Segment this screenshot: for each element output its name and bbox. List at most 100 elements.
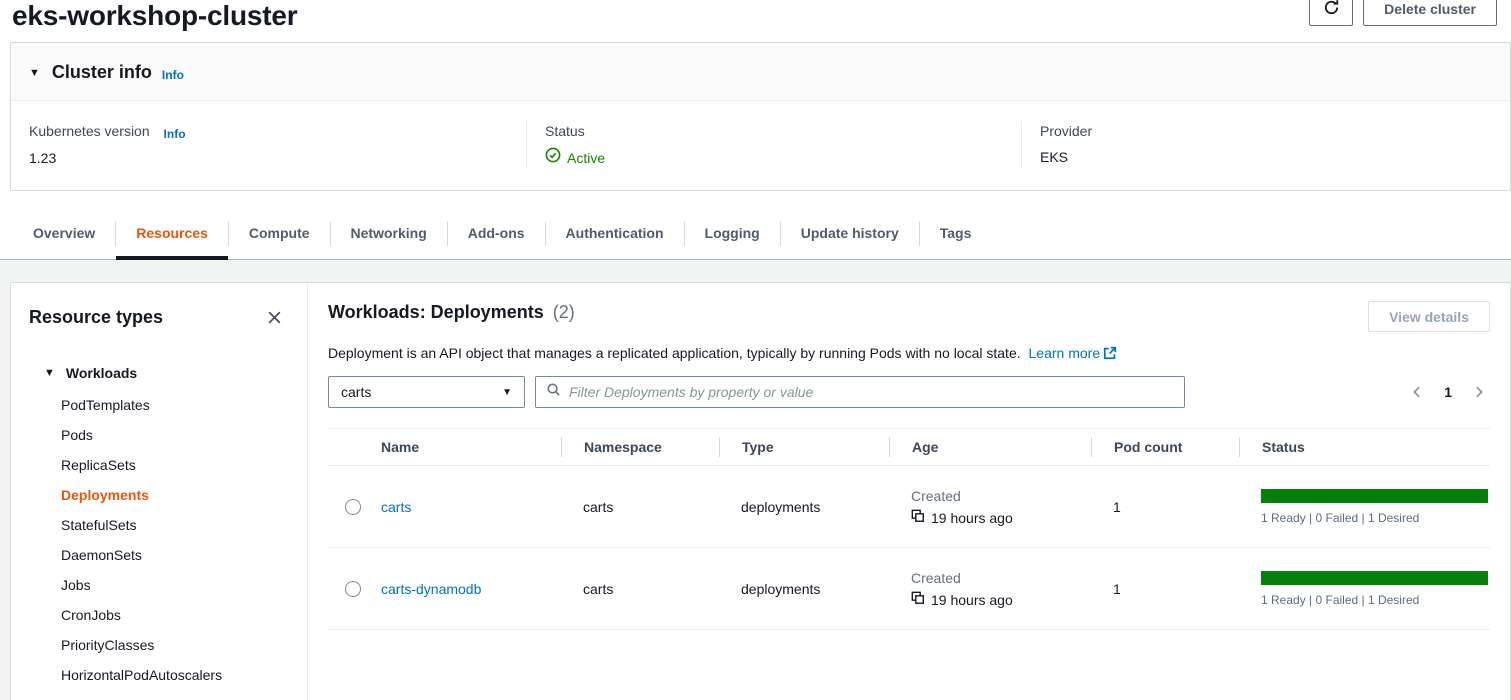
kubernetes-version-value: 1.23 xyxy=(29,148,506,168)
close-icon xyxy=(266,314,283,329)
cell-pod-count: 1 xyxy=(1091,581,1239,597)
cell-namespace: carts xyxy=(561,581,719,597)
collapse-caret-icon: ▼ xyxy=(29,67,40,79)
cluster-tabs: Overview Resources Compute Networking Ad… xyxy=(0,209,1511,260)
resource-types-sidebar: Resource types ▼ Workloads xyxy=(11,283,308,700)
delete-cluster-button[interactable]: Delete cluster xyxy=(1363,0,1497,26)
view-details-button[interactable]: View details xyxy=(1368,301,1490,332)
row-radio-button[interactable] xyxy=(345,581,361,597)
field-provider: Provider EKS xyxy=(1021,121,1510,168)
deployments-table: Name Namespace Type Age Pod count Status… xyxy=(328,428,1490,630)
select-caret-icon: ▼ xyxy=(502,387,512,398)
sidebar-item-pods[interactable]: Pods xyxy=(11,420,307,450)
resource-type-selected: carts xyxy=(341,384,371,400)
resources-card: Resource types ▼ Workloads xyxy=(10,282,1511,700)
page-title: eks-workshop-cluster xyxy=(12,0,297,32)
deployment-name-link[interactable]: carts xyxy=(381,499,411,515)
header-actions: Delete cluster xyxy=(1309,0,1497,26)
external-link-icon xyxy=(1103,347,1117,363)
kubernetes-version-label: Kubernetes version xyxy=(29,123,150,139)
status-value: Active xyxy=(545,147,1001,168)
provider-value: EKS xyxy=(1040,147,1490,167)
column-header-pod-count: Pod count xyxy=(1091,437,1239,457)
filter-search[interactable] xyxy=(535,376,1185,408)
status-summary-text: 1 Ready | 0 Failed | 1 Desired xyxy=(1261,593,1488,607)
status-active-text: Active xyxy=(567,148,605,168)
refresh-button[interactable] xyxy=(1309,0,1353,26)
tab-resources[interactable]: Resources xyxy=(116,209,228,259)
field-status: Status Active xyxy=(526,121,1021,168)
cluster-info-panel: ▼ Cluster info Info Kubernetes version I… xyxy=(10,42,1511,191)
resource-tree: ▼ Workloads PodTemplates Pods ReplicaSet… xyxy=(11,358,307,690)
tab-logging[interactable]: Logging xyxy=(685,209,780,259)
next-page-button[interactable] xyxy=(1470,383,1488,401)
table-header-row: Name Namespace Type Age Pod count Status xyxy=(328,428,1490,466)
sidebar-item-daemonsets[interactable]: DaemonSets xyxy=(11,540,307,570)
tab-update-history[interactable]: Update history xyxy=(781,209,919,259)
tree-caret-icon: ▼ xyxy=(44,367,55,379)
sidebar-item-podtemplates[interactable]: PodTemplates xyxy=(11,390,307,420)
cell-type: deployments xyxy=(719,499,889,515)
resource-type-select[interactable]: carts ▼ xyxy=(328,376,525,408)
cell-type: deployments xyxy=(719,581,889,597)
previous-page-button[interactable] xyxy=(1408,383,1426,401)
copy-icon[interactable] xyxy=(911,591,925,609)
table-row: carts-dynamodb carts deployments Created xyxy=(328,548,1490,630)
status-progress-bar xyxy=(1261,489,1488,503)
cell-age: Created 19 hours ago xyxy=(889,487,1091,527)
tab-tags[interactable]: Tags xyxy=(920,209,992,259)
tree-group-workloads[interactable]: ▼ Workloads xyxy=(11,358,307,388)
check-circle-icon xyxy=(545,147,561,168)
chevron-right-icon xyxy=(1472,387,1486,402)
age-created-label: Created xyxy=(911,487,1091,505)
current-page[interactable]: 1 xyxy=(1444,384,1452,400)
provider-label: Provider xyxy=(1040,121,1490,141)
cell-namespace: carts xyxy=(561,499,719,515)
status-summary-text: 1 Ready | 0 Failed | 1 Desired xyxy=(1261,511,1488,525)
learn-more-link[interactable]: Learn more xyxy=(1029,345,1101,361)
age-value-text: 19 hours ago xyxy=(931,509,1013,527)
refresh-icon xyxy=(1323,0,1340,19)
eks-console-screen: eks-workshop-cluster Delete cluster ▼ Cl… xyxy=(0,0,1511,700)
table-row: carts carts deployments Created xyxy=(328,466,1490,548)
sidebar-item-jobs[interactable]: Jobs xyxy=(11,570,307,600)
cluster-info-body: Kubernetes version Info 1.23 Status Acti… xyxy=(11,101,1510,190)
column-header-age: Age xyxy=(889,437,1091,457)
kubernetes-version-info-link[interactable]: Info xyxy=(164,127,186,141)
column-header-name: Name xyxy=(361,437,561,457)
cluster-info-info-link[interactable]: Info xyxy=(162,68,184,82)
panel-count: (2) xyxy=(553,302,575,322)
pagination: 1 xyxy=(1408,383,1490,401)
panel-title: Workloads: Deployments xyxy=(328,302,544,322)
tab-compute[interactable]: Compute xyxy=(229,209,330,259)
cell-age: Created 19 hours ago xyxy=(889,569,1091,609)
sidebar-close-button[interactable] xyxy=(264,307,285,328)
column-header-namespace: Namespace xyxy=(561,437,719,457)
column-header-status: Status xyxy=(1239,437,1490,457)
row-radio-button[interactable] xyxy=(345,499,361,515)
page-header: eks-workshop-cluster Delete cluster xyxy=(0,0,1511,42)
chevron-left-icon xyxy=(1410,387,1424,402)
sidebar-item-horizontalpodautoscalers[interactable]: HorizontalPodAutoscalers xyxy=(11,660,307,690)
tab-networking[interactable]: Networking xyxy=(331,209,447,259)
sidebar-item-statefulsets[interactable]: StatefulSets xyxy=(11,510,307,540)
tab-add-ons[interactable]: Add-ons xyxy=(448,209,545,259)
tab-authentication[interactable]: Authentication xyxy=(546,209,684,259)
cluster-info-header[interactable]: ▼ Cluster info Info xyxy=(11,43,1510,101)
cluster-info-title: Cluster info xyxy=(52,62,152,83)
field-kubernetes-version: Kubernetes version Info 1.23 xyxy=(29,121,526,168)
copy-icon[interactable] xyxy=(911,509,925,527)
deployment-name-link[interactable]: carts-dynamodb xyxy=(381,581,481,597)
panel-description: Deployment is an API object that manages… xyxy=(328,345,1021,361)
sidebar-item-replicasets[interactable]: ReplicaSets xyxy=(11,450,307,480)
age-created-label: Created xyxy=(911,569,1091,587)
tree-group-label: Workloads xyxy=(66,365,137,381)
deployments-panel: Workloads: Deployments (2) View details … xyxy=(308,283,1510,700)
search-input[interactable] xyxy=(569,384,1174,400)
sidebar-item-deployments[interactable]: Deployments xyxy=(11,480,307,510)
cell-status: 1 Ready | 0 Failed | 1 Desired xyxy=(1239,571,1511,607)
sidebar-item-priorityclasses[interactable]: PriorityClasses xyxy=(11,630,307,660)
age-value-text: 19 hours ago xyxy=(931,591,1013,609)
tab-overview[interactable]: Overview xyxy=(13,209,115,259)
sidebar-item-cronjobs[interactable]: CronJobs xyxy=(11,600,307,630)
